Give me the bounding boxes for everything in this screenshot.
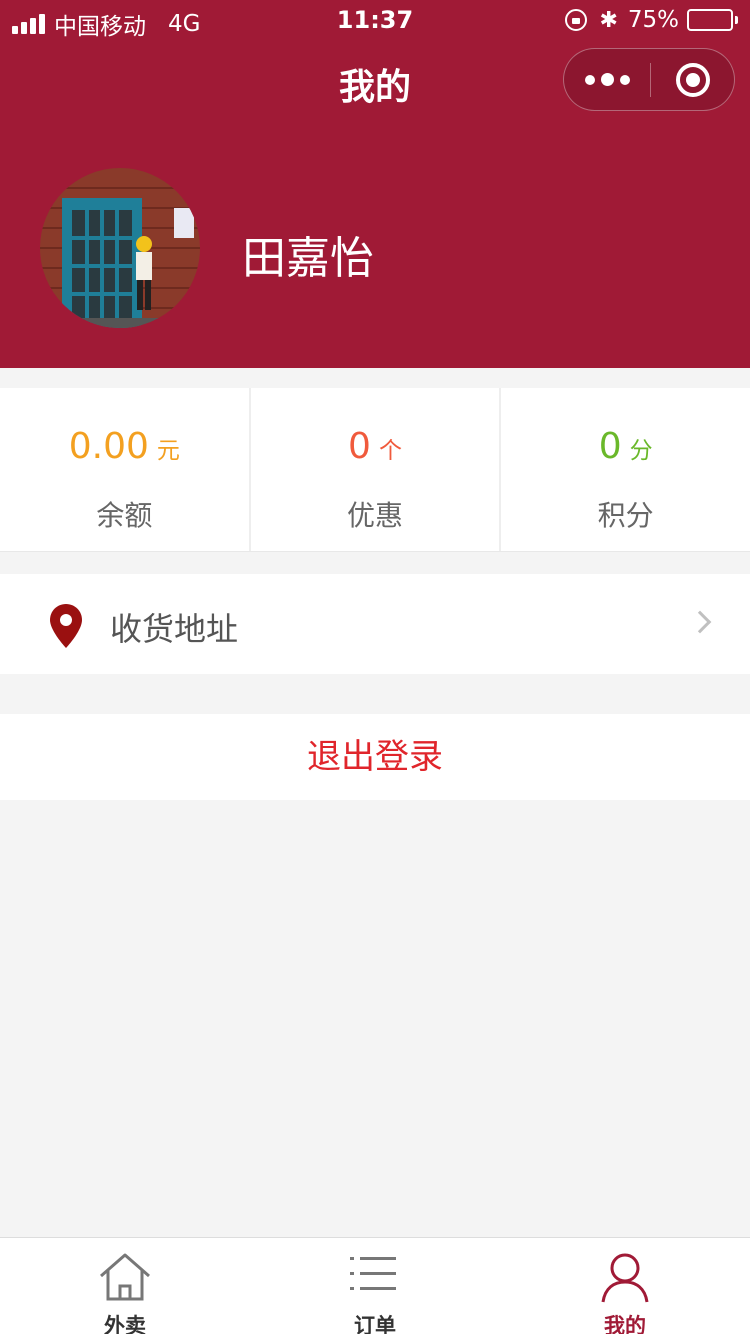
balance-value: 0.00 — [68, 426, 149, 467]
user-name: 田嘉怡 — [242, 233, 374, 284]
tab-mine-label: 我的 — [604, 1314, 646, 1334]
rotation-lock-icon — [565, 9, 588, 31]
location-pin-icon — [50, 604, 82, 652]
balance-stat[interactable]: 0.00 元 余额 — [0, 388, 251, 551]
coupon-label: 优惠 — [347, 499, 404, 532]
address-label: 收货地址 — [110, 610, 239, 648]
close-miniprogram-icon[interactable] — [676, 63, 710, 97]
coupon-stat[interactable]: 0个 优惠 — [251, 388, 502, 551]
battery-icon — [687, 9, 738, 31]
user-icon — [600, 1252, 650, 1308]
profile-header: 中国移动 4G 11:37 ✱ 75% 我的 田嘉怡 — [0, 0, 750, 368]
home-icon — [97, 1252, 153, 1306]
capsule-divider — [650, 63, 651, 97]
balance-label: 余额 — [96, 499, 153, 532]
points-stat[interactable]: 0分 积分 — [501, 388, 750, 551]
logout-button[interactable]: 退出登录 — [0, 714, 750, 800]
avatar[interactable] — [40, 168, 200, 328]
tab-takeout-label: 外卖 — [104, 1314, 146, 1334]
tab-takeout[interactable]: 外卖 — [0, 1238, 250, 1334]
coupon-value: 0 — [348, 426, 371, 467]
more-menu-icon[interactable] — [564, 49, 650, 110]
balance-unit: 元 — [156, 438, 180, 464]
address-row[interactable]: 收货地址 — [0, 574, 750, 674]
points-unit: 分 — [629, 438, 653, 464]
battery-percent: 75% — [627, 7, 679, 33]
points-label: 积分 — [597, 499, 654, 532]
tab-orders[interactable]: 订单 — [250, 1238, 500, 1334]
tab-orders-label: 订单 — [354, 1314, 396, 1334]
points-value: 0 — [598, 426, 622, 467]
account-stats: 0.00 元 余额 0个 优惠 0分 积分 — [0, 388, 750, 552]
tab-mine[interactable]: 我的 — [500, 1238, 750, 1334]
coupon-unit: 个 — [378, 438, 402, 464]
miniprogram-capsule — [563, 48, 735, 111]
list-icon — [350, 1252, 400, 1300]
status-bar: 中国移动 4G 11:37 ✱ 75% — [0, 0, 750, 40]
tab-bar: 外卖 订单 我的 — [0, 1237, 750, 1334]
bluetooth-icon: ✱ — [599, 7, 618, 33]
